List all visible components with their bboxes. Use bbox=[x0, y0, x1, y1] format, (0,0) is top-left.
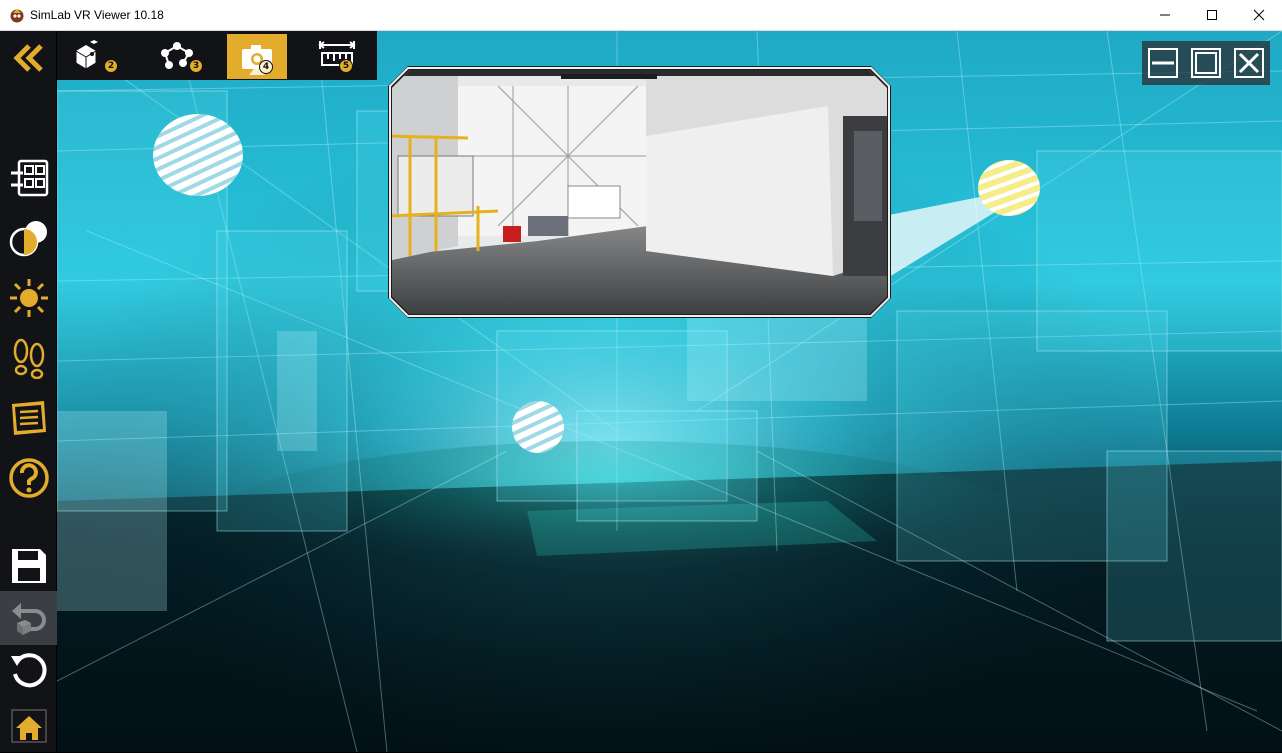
materials-button[interactable] bbox=[0, 211, 57, 265]
close-icon bbox=[1253, 9, 1265, 21]
home-button[interactable] bbox=[0, 699, 57, 753]
collapse-chevrons-icon bbox=[12, 44, 43, 72]
tab-measure[interactable]: 5 bbox=[307, 34, 367, 79]
notes-button[interactable] bbox=[0, 391, 57, 445]
camera-preview-panel[interactable] bbox=[388, 66, 891, 318]
app-logo-icon bbox=[10, 9, 24, 23]
minimize-icon bbox=[1160, 14, 1170, 16]
window-title: SimLab VR Viewer 10.18 bbox=[30, 8, 164, 22]
help-icon bbox=[8, 458, 49, 498]
tab-badge: 5 bbox=[339, 59, 353, 73]
materials-icon bbox=[9, 221, 47, 257]
reset-view-button[interactable] bbox=[0, 643, 57, 697]
maximize-icon bbox=[1191, 48, 1221, 78]
tab-nodes[interactable]: 3 bbox=[147, 34, 207, 79]
mode-tabs: 2 3 4 5 bbox=[57, 31, 377, 80]
walk-mode-button[interactable] bbox=[0, 331, 57, 385]
undo-icon bbox=[11, 603, 46, 635]
tab-badge: 2 bbox=[104, 59, 118, 73]
collapse-sidebar-button[interactable] bbox=[0, 31, 57, 85]
lighting-button[interactable] bbox=[0, 271, 57, 325]
home-icon bbox=[10, 709, 47, 743]
camera-preview-image bbox=[388, 66, 891, 318]
minimize-icon bbox=[1148, 48, 1178, 78]
save-icon bbox=[11, 549, 46, 583]
walk-footprints-icon bbox=[13, 338, 44, 379]
close-icon bbox=[1234, 48, 1264, 78]
title-bar: SimLab VR Viewer 10.18 bbox=[0, 0, 1282, 31]
overlay-maximize-button[interactable] bbox=[1190, 47, 1222, 79]
undo-button[interactable] bbox=[0, 591, 57, 645]
hotspot-sphere-center[interactable] bbox=[512, 401, 564, 453]
overlay-minimize-button[interactable] bbox=[1147, 47, 1179, 79]
maximize-button[interactable] bbox=[1189, 0, 1235, 30]
lighting-sun-icon bbox=[9, 279, 48, 317]
overlay-window-controls bbox=[1142, 41, 1270, 85]
reset-icon bbox=[10, 653, 47, 688]
notes-icon bbox=[11, 401, 46, 435]
maximize-icon bbox=[1207, 10, 1217, 20]
scene-tree-icon bbox=[10, 159, 48, 197]
minimize-button[interactable] bbox=[1142, 0, 1188, 30]
hotspot-sphere-yellow[interactable] bbox=[978, 160, 1040, 216]
overlay-close-button[interactable] bbox=[1233, 47, 1265, 79]
close-button[interactable] bbox=[1236, 0, 1282, 30]
tab-objects[interactable]: 2 bbox=[62, 34, 122, 79]
tab-badge: 3 bbox=[189, 59, 203, 73]
hotspot-sphere-white[interactable] bbox=[153, 114, 243, 196]
save-button[interactable] bbox=[0, 539, 57, 593]
tab-badge: 4 bbox=[259, 60, 273, 74]
left-toolbar bbox=[0, 31, 57, 752]
tab-camera[interactable]: 4 bbox=[227, 34, 287, 79]
scene-tree-button[interactable] bbox=[0, 151, 57, 205]
help-button[interactable] bbox=[0, 451, 57, 505]
